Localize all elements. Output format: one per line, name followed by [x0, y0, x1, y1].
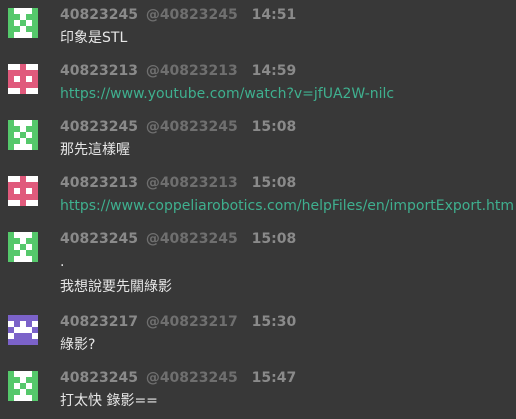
username[interactable]: 40823245 — [60, 370, 138, 386]
timestamp: 15:08 — [251, 175, 297, 191]
username[interactable]: 40823213 — [60, 175, 138, 191]
user-handle: @40823245 — [145, 231, 238, 247]
message-header: 40823245 @40823245 15:08 — [60, 229, 296, 249]
message-header: 40823245 @40823245 15:47 — [60, 368, 296, 388]
purple-identicon[interactable] — [8, 315, 38, 345]
timestamp: 15:30 — [251, 314, 297, 330]
message-header: 40823213 @40823213 15:08 — [60, 173, 296, 193]
green-identicon[interactable] — [8, 8, 38, 38]
timestamp: 15:08 — [251, 231, 297, 247]
username[interactable]: 40823213 — [60, 63, 138, 79]
timestamp: 15:47 — [251, 370, 297, 386]
username[interactable]: 40823245 — [60, 119, 138, 135]
username[interactable]: 40823217 — [60, 314, 138, 330]
green-identicon[interactable] — [8, 232, 38, 262]
message-text: 我想說要先關綠影 — [60, 279, 172, 295]
message-text: 打太快 錄影== — [60, 393, 158, 409]
message-text: 印象是STL — [60, 30, 128, 46]
green-identicon[interactable] — [8, 371, 38, 401]
message-link[interactable]: https://www.coppeliarobotics.com/helpFil… — [60, 196, 514, 216]
message-text: 綠影? — [60, 337, 96, 353]
message-header: 40823245 @40823245 14:51 — [60, 5, 296, 25]
user-handle: @40823245 — [145, 119, 238, 135]
red-identicon[interactable] — [8, 64, 38, 94]
timestamp: 14:51 — [251, 7, 297, 23]
message-link[interactable]: https://www.youtube.com/watch?v=jfUA2W-n… — [60, 84, 394, 104]
username[interactable]: 40823245 — [60, 7, 138, 23]
message-text: . — [60, 254, 65, 270]
username[interactable]: 40823245 — [60, 231, 138, 247]
user-handle: @40823217 — [145, 314, 238, 330]
timestamp: 14:59 — [251, 63, 297, 79]
user-handle: @40823213 — [145, 175, 238, 191]
message-feed: 40823245 @40823245 14:51 印象是STL 40823213… — [0, 0, 516, 419]
green-identicon[interactable] — [8, 120, 38, 150]
red-identicon[interactable] — [8, 176, 38, 206]
user-handle: @40823245 — [145, 370, 238, 386]
timestamp: 15:08 — [251, 119, 297, 135]
user-handle: @40823213 — [145, 63, 238, 79]
message-header: 40823213 @40823213 14:59 — [60, 61, 296, 81]
user-handle: @40823245 — [145, 7, 238, 23]
message-header: 40823245 @40823245 15:08 — [60, 117, 296, 137]
message-header: 40823217 @40823217 15:30 — [60, 312, 296, 332]
message-text: 那先這樣喔 — [60, 142, 130, 158]
